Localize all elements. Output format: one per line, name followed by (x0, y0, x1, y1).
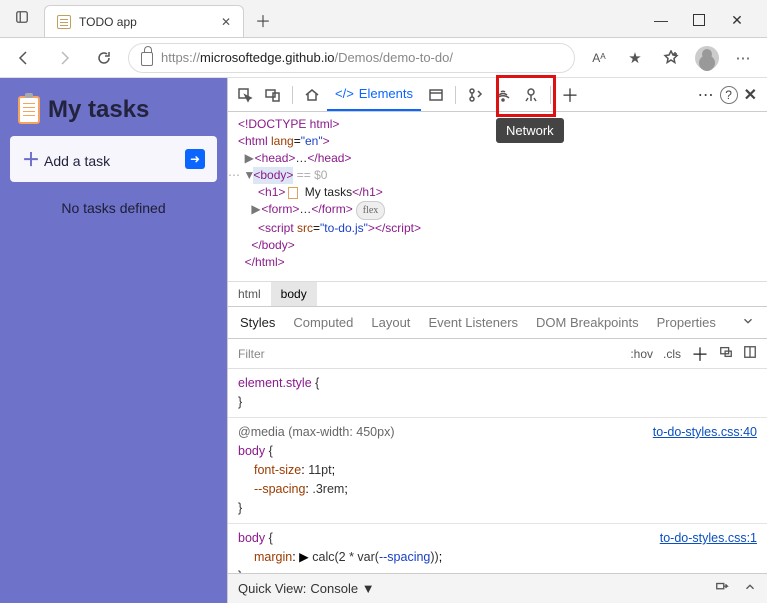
forward-button[interactable] (48, 42, 80, 74)
tab-title: TODO app (79, 15, 137, 29)
styles-computed-toggle[interactable] (743, 345, 757, 362)
quick-view-console[interactable]: Console ▼ (310, 581, 374, 596)
console-tab-icon[interactable] (462, 82, 488, 108)
tab-actions-button[interactable] (8, 3, 36, 31)
dom-breakpoints-tab[interactable]: DOM Breakpoints (536, 315, 639, 330)
window-titlebar: TODO app ✕ ＋ — ✕ (0, 0, 767, 38)
new-tab-button[interactable]: ＋ (248, 5, 278, 35)
computed-tab[interactable]: Computed (293, 315, 353, 330)
url-text: https://microsoftedge.github.io/Demos/de… (161, 50, 453, 65)
crumb-html[interactable]: html (228, 282, 271, 306)
styles-filter-bar: Filter :hov .cls ＋ (228, 339, 767, 369)
reader-mode-button[interactable]: Aᴬ (583, 42, 615, 74)
back-button[interactable] (8, 42, 40, 74)
more-tools-button[interactable]: ⋯ (698, 85, 714, 105)
crumb-body[interactable]: body (271, 282, 317, 306)
clipboard-icon (18, 96, 40, 124)
app-pane: My tasks ＋Add a task ➜ No tasks defined (0, 78, 227, 603)
tab-close-button[interactable]: ✕ (221, 15, 231, 29)
browser-toolbar: https://microsoftedge.github.io/Demos/de… (0, 38, 767, 78)
breadcrumbs[interactable]: html body (228, 281, 767, 307)
no-tasks-label: No tasks defined (10, 200, 217, 216)
styles-rendering-button[interactable] (719, 345, 733, 362)
collapse-quickview-button[interactable] (743, 580, 757, 597)
issues-button[interactable] (715, 580, 729, 597)
add-task-input[interactable]: ＋Add a task ➜ (10, 136, 217, 182)
close-devtools-button[interactable]: ✕ (744, 85, 757, 105)
help-button[interactable]: ? (720, 86, 738, 104)
network-tab-icon[interactable] (490, 82, 516, 108)
browser-tab[interactable]: TODO app ✕ (44, 5, 244, 37)
layout-tab[interactable]: Layout (371, 315, 410, 330)
tabstrip: TODO app ✕ ＋ (40, 0, 647, 37)
address-bar[interactable]: https://microsoftedge.github.io/Demos/de… (128, 43, 575, 73)
menu-button[interactable]: ⋯ (727, 42, 759, 74)
properties-tab[interactable]: Properties (657, 315, 716, 330)
maximize-button[interactable] (685, 12, 713, 29)
network-tooltip: Network (496, 118, 564, 143)
minimize-button[interactable]: — (647, 12, 675, 29)
sources-tab[interactable] (423, 82, 449, 108)
elements-tab[interactable]: </>Elements (327, 78, 421, 111)
submit-task-button[interactable]: ➜ (185, 149, 205, 169)
lighthouse-tab-icon[interactable] (518, 82, 544, 108)
clipboard-icon (288, 187, 298, 199)
source-link[interactable]: to-do-styles.css:40 (653, 423, 757, 442)
devtools-tabbar: Network </>Elements ＋ ⋯ ? ✕ (228, 78, 767, 112)
inspect-button[interactable] (232, 82, 258, 108)
styles-tab[interactable]: Styles (240, 315, 275, 330)
favorite-button[interactable]: ★ (619, 42, 651, 74)
tab-favicon (57, 15, 71, 29)
profile-button[interactable] (691, 42, 723, 74)
source-link[interactable]: to-do-styles.css:1 (660, 529, 757, 548)
devtools-panel: Network </>Elements ＋ ⋯ ? ✕ <!DOCTYPE ht… (227, 78, 767, 603)
collections-button[interactable] (655, 42, 687, 74)
event-listeners-tab[interactable]: Event Listeners (428, 315, 518, 330)
quick-view-bar: Quick View: Console ▼ (228, 573, 767, 603)
expand-styles-button[interactable] (741, 314, 755, 331)
lock-icon (141, 52, 153, 66)
refresh-button[interactable] (88, 42, 120, 74)
styles-filter-input[interactable]: Filter (238, 347, 620, 361)
styles-pane[interactable]: element.style {} to-do-styles.css:40 @me… (228, 369, 767, 573)
styles-tabbar: Styles Computed Layout Event Listeners D… (228, 307, 767, 339)
cls-toggle[interactable]: .cls (663, 347, 681, 361)
close-window-button[interactable]: ✕ (723, 12, 751, 29)
app-title: My tasks (18, 96, 217, 124)
hov-toggle[interactable]: :hov (630, 347, 653, 361)
device-toggle-button[interactable] (260, 82, 286, 108)
quick-view-label: Quick View: (238, 581, 306, 596)
new-style-rule-button[interactable]: ＋ (691, 341, 709, 367)
window-controls: — ✕ (647, 12, 767, 37)
more-tabs-button[interactable]: ＋ (557, 82, 583, 108)
welcome-tab[interactable] (299, 82, 325, 108)
